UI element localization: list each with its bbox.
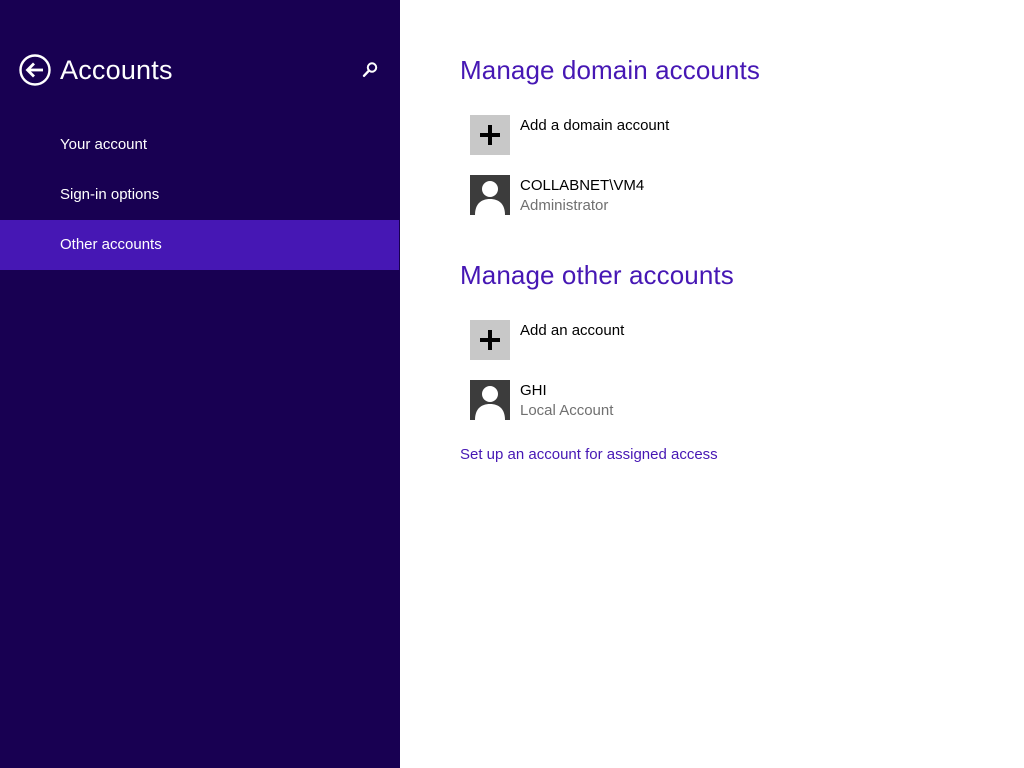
back-arrow-icon [19, 54, 51, 86]
settings-app: Accounts Your account Sign-in options Ot… [0, 0, 1024, 768]
nav-item-label: Other accounts [60, 236, 162, 253]
assigned-access-link[interactable]: Set up an account for assigned access [460, 446, 718, 464]
plus-icon [470, 115, 510, 155]
user-icon [470, 175, 510, 215]
search-button[interactable] [360, 60, 380, 80]
sidebar: Accounts Your account Sign-in options Ot… [0, 0, 400, 768]
add-account-button[interactable]: Add an account [470, 320, 970, 362]
nav-item-label: Sign-in options [60, 186, 160, 203]
nav-item-your-account[interactable]: Your account [0, 120, 399, 170]
sidebar-header: Accounts [0, 0, 400, 120]
domain-accounts-heading: Manage domain accounts [460, 55, 760, 85]
nav-list: Your account Sign-in options Other accou… [0, 120, 400, 270]
add-account-label: Add an account [520, 322, 625, 339]
account-name: GHI [520, 382, 547, 399]
nav-item-other-accounts[interactable]: Other accounts [0, 220, 399, 270]
nav-item-label: Your account [60, 136, 148, 153]
add-domain-account-label: Add a domain account [520, 117, 670, 134]
user-icon [470, 380, 510, 420]
account-entry-ghi[interactable]: GHI Local Account [470, 380, 970, 422]
account-entry-collabnet-vm4[interactable]: COLLABNET\VM4 Administrator [470, 175, 970, 217]
nav-item-sign-in-options[interactable]: Sign-in options [0, 170, 399, 220]
page-title: Accounts [60, 55, 173, 85]
search-icon [360, 62, 380, 84]
account-type: Administrator [520, 197, 609, 214]
account-name: COLLABNET\VM4 [520, 177, 645, 194]
add-domain-account-button[interactable]: Add a domain account [470, 115, 970, 157]
other-accounts-heading: Manage other accounts [460, 260, 734, 290]
content-pane: Manage domain accounts Add a domain acco… [400, 0, 1024, 768]
plus-icon [470, 320, 510, 360]
account-type: Local Account [520, 402, 614, 419]
back-button[interactable] [19, 54, 51, 86]
